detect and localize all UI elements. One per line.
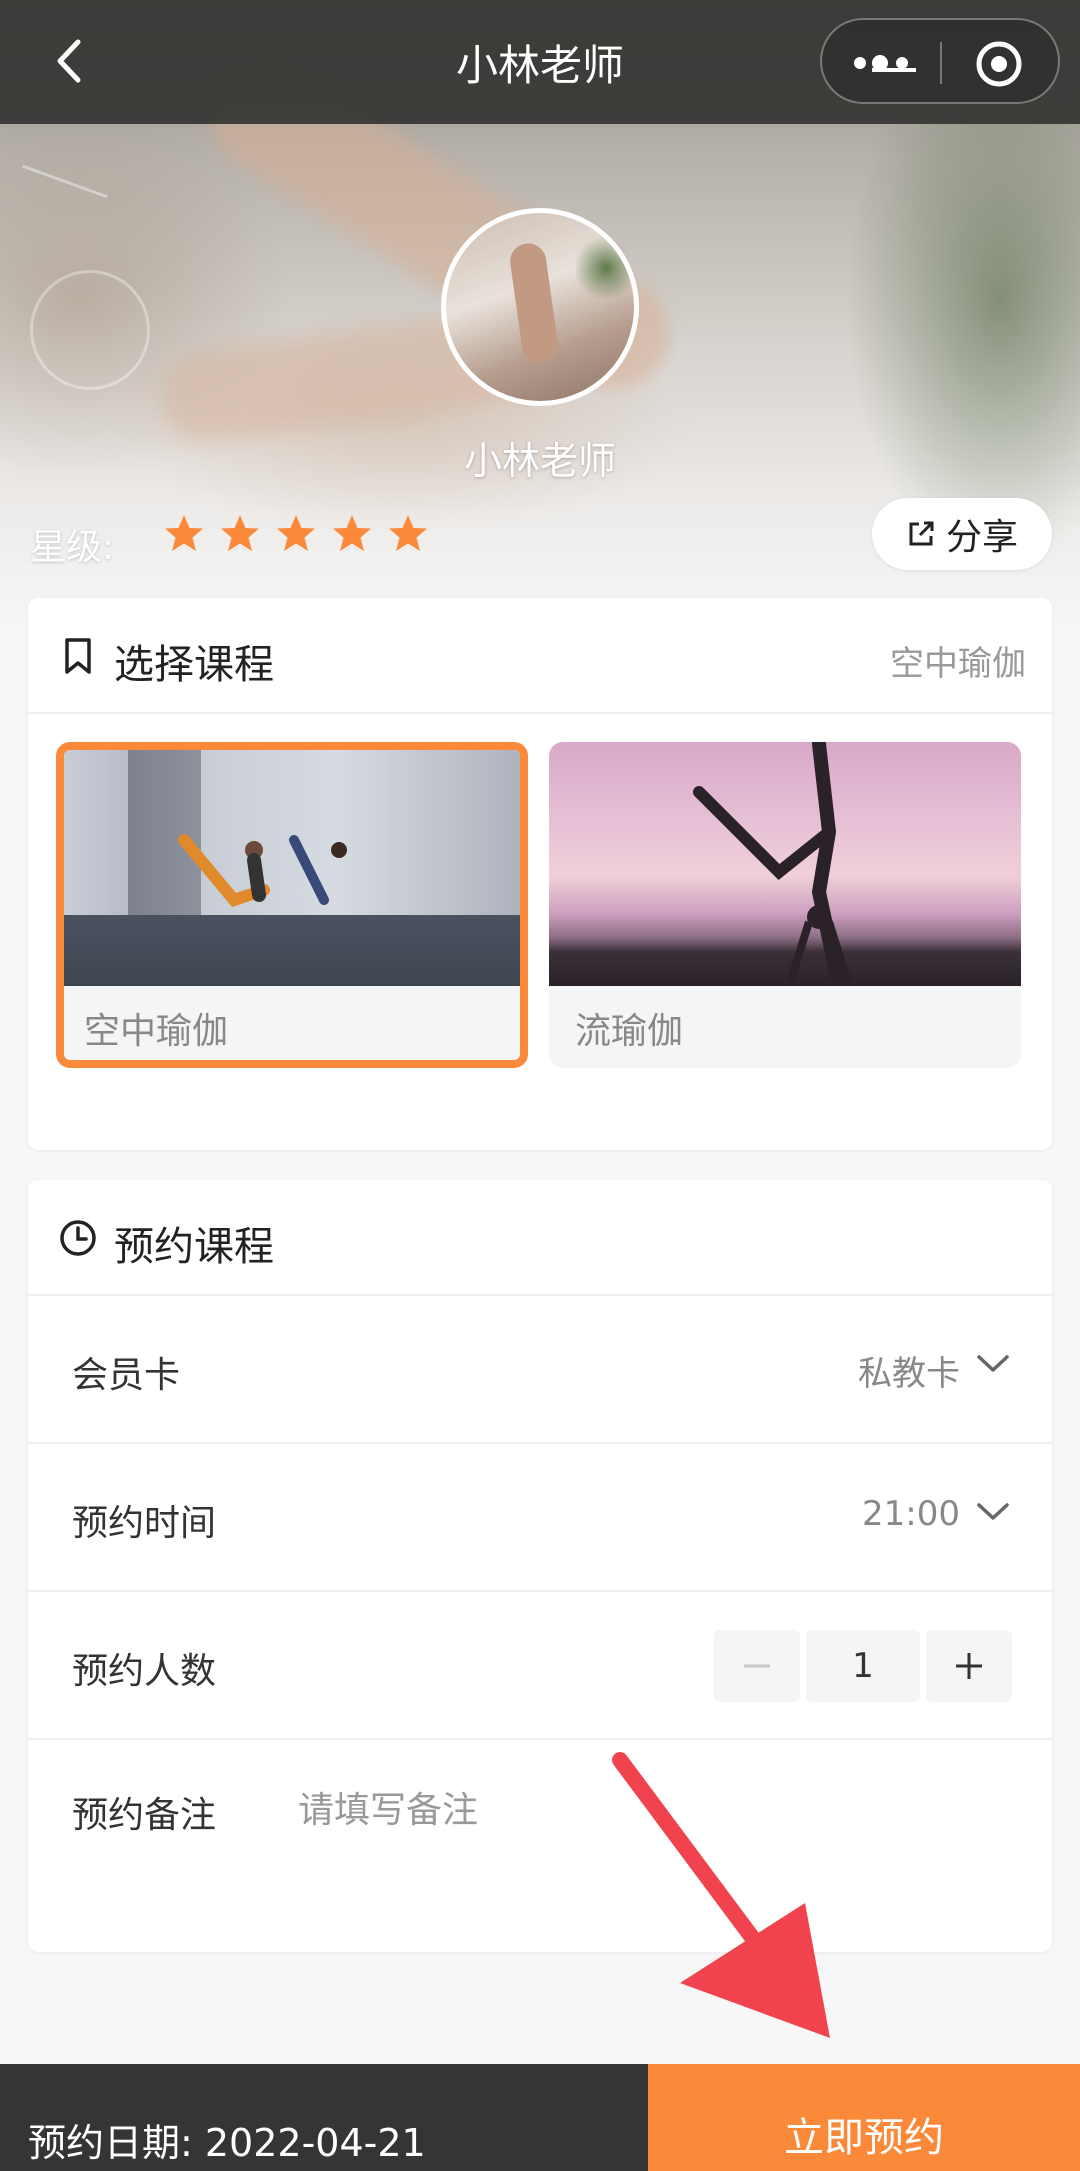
- course-card-flow-yoga[interactable]: 流瑜伽: [549, 742, 1021, 1068]
- more-dots-icon[interactable]: [850, 46, 920, 80]
- share-label: 分享: [945, 517, 1018, 558]
- annotation-arrow-icon: [612, 1752, 830, 2038]
- star-icon: [277, 515, 315, 551]
- avatar-figure: [507, 241, 561, 365]
- people-count-row: 预约人数 1: [28, 1592, 1052, 1740]
- rating-label: 星级:: [30, 527, 115, 568]
- course-image: [549, 742, 1021, 986]
- chevron-left-icon[interactable]: [46, 36, 96, 86]
- avatar: [441, 208, 639, 406]
- star-icon: [333, 515, 371, 551]
- minus-icon: [744, 1664, 770, 1668]
- mini-program-capsule: [820, 18, 1060, 104]
- quantity-stepper: 1: [714, 1630, 1012, 1702]
- increment-button[interactable]: [926, 1630, 1012, 1702]
- people-count-label: 预约人数: [72, 1651, 217, 1692]
- booking-time-row[interactable]: 预约时间 21:00: [28, 1444, 1052, 1592]
- clock-icon: [60, 1220, 96, 1256]
- book-now-button[interactable]: 立即预约: [648, 2064, 1080, 2171]
- select-course-header: 选择课程 空中瑜伽: [28, 598, 1052, 714]
- handstand-silhouette: [693, 742, 853, 986]
- select-course-card: 选择课程 空中瑜伽 空中瑜伽 流瑜伽: [28, 598, 1052, 1150]
- member-card-row[interactable]: 会员卡 私教卡: [28, 1296, 1052, 1444]
- member-card-label: 会员卡: [72, 1355, 181, 1396]
- chevron-down-icon: [977, 1503, 1009, 1520]
- plus-icon: [956, 1653, 982, 1679]
- booking-card: 预约课程 会员卡 私教卡 预约时间 21:00 预约人数 1 预约备注 请填写备…: [28, 1180, 1052, 1952]
- target-icon[interactable]: [974, 39, 1024, 89]
- people-count-value[interactable]: 1: [806, 1630, 920, 1702]
- booking-note-label: 预约备注: [72, 1795, 217, 1836]
- course-card-aerial-yoga[interactable]: 空中瑜伽: [56, 742, 528, 1068]
- dreamcatcher-decoration: [30, 270, 150, 390]
- avatar-plant: [576, 233, 634, 303]
- booking-header: 预约课程: [28, 1180, 1052, 1296]
- booking-time-label: 预约时间: [72, 1503, 217, 1544]
- external-link-icon: [909, 521, 934, 546]
- star-icon: [389, 515, 427, 551]
- bookmark-icon: [65, 638, 91, 674]
- booking-note-row: 预约备注: [28, 1740, 1052, 1952]
- string-lights-decoration: [22, 164, 108, 199]
- star-icon: [165, 515, 203, 551]
- member-card-value: 私教卡: [858, 1354, 960, 1394]
- top-nav-bar: 小林老师: [0, 0, 1080, 124]
- star-rating: [162, 512, 430, 556]
- teacher-name: 小林老师: [463, 439, 616, 483]
- booking-time-value: 21:00: [862, 1494, 960, 1534]
- star-icon: [221, 515, 259, 551]
- capsule-divider: [940, 42, 942, 84]
- share-button[interactable]: 分享: [872, 498, 1052, 570]
- booking-date-label: 预约日期: 2022-04-21: [28, 2121, 426, 2165]
- course-image: [64, 750, 520, 986]
- course-label: 流瑜伽: [575, 1011, 684, 1052]
- booking-title: 预约课程: [114, 1224, 274, 1270]
- yoga-figures-illustration: [178, 834, 347, 907]
- chevron-down-icon: [977, 1355, 1009, 1372]
- select-course-title: 选择课程: [114, 642, 274, 688]
- course-label: 空中瑜伽: [84, 1011, 229, 1052]
- selected-course-value: 空中瑜伽: [890, 644, 1026, 684]
- bottom-action-bar: 预约日期: 2022-04-21 立即预约: [0, 2064, 1080, 2171]
- decrement-button[interactable]: [714, 1630, 800, 1702]
